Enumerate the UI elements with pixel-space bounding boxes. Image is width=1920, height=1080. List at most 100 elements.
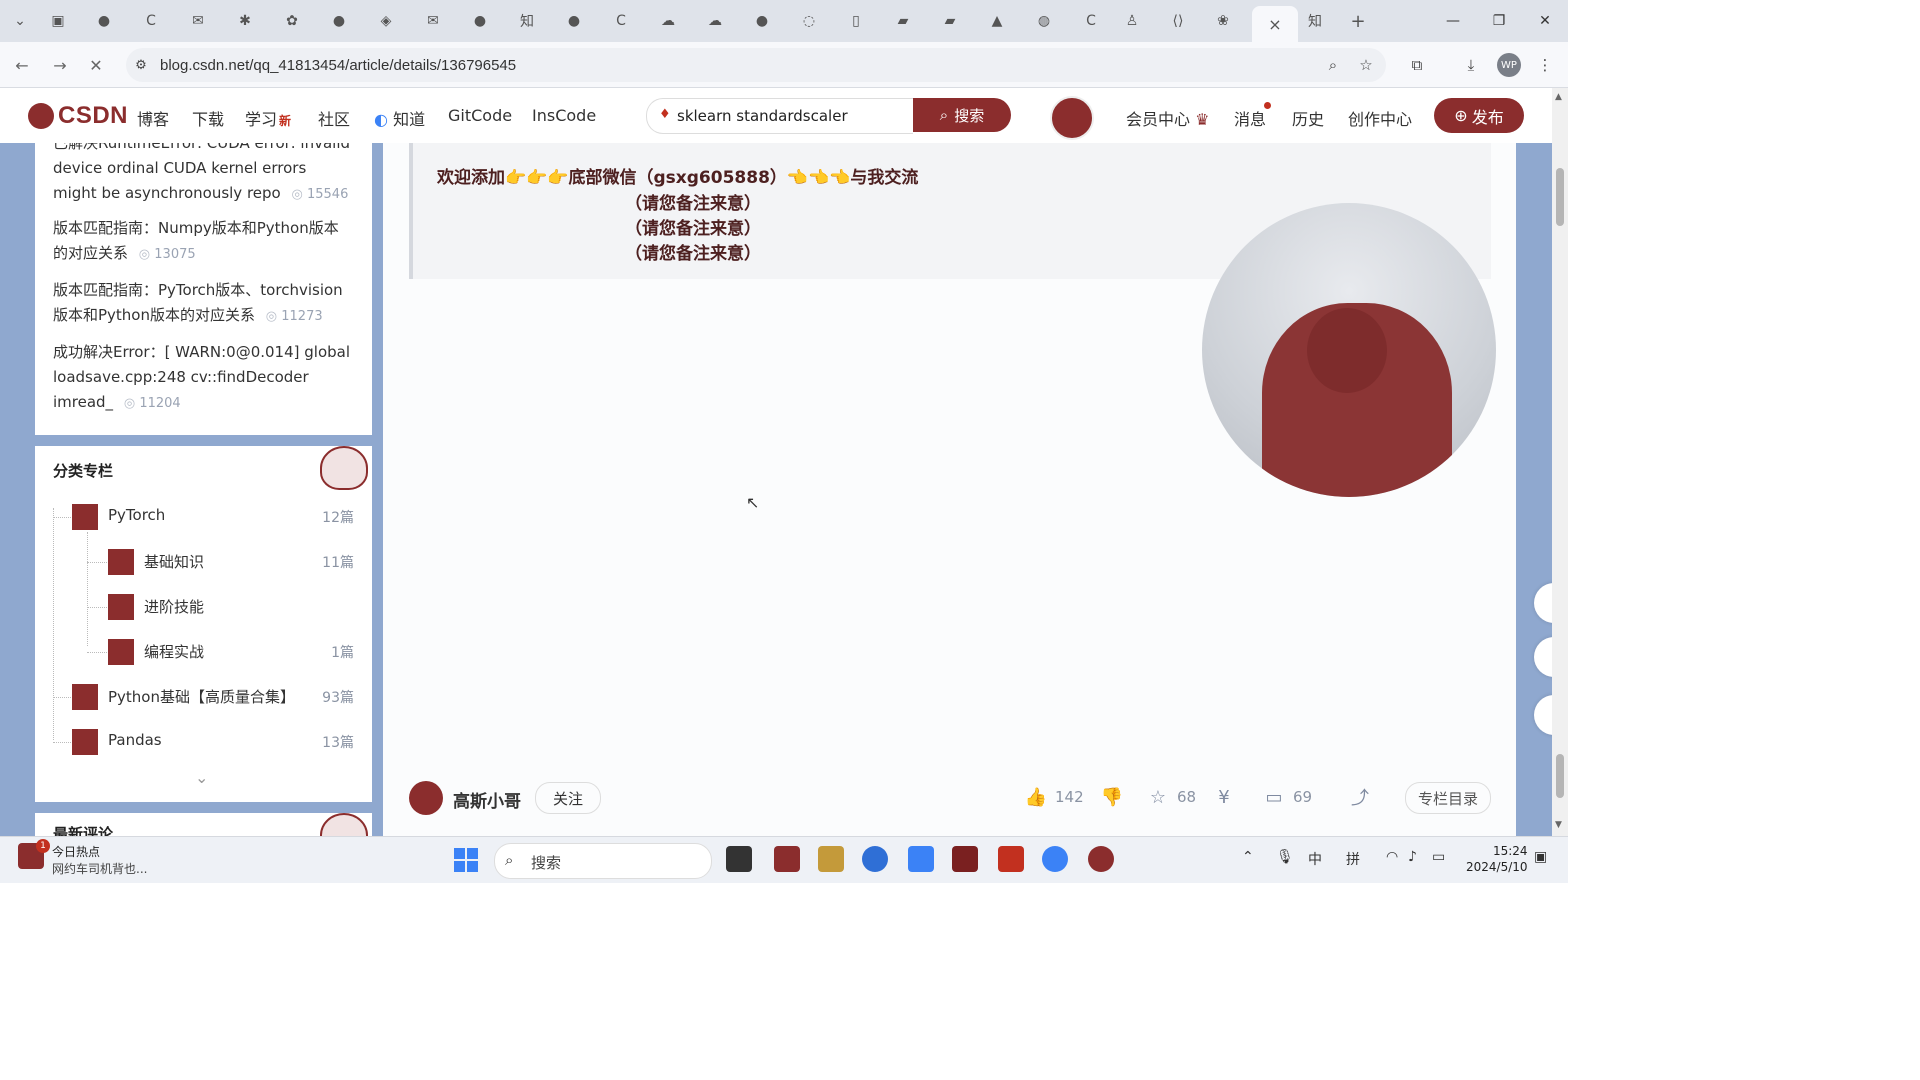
tab-github-icon[interactable]: ● — [90, 8, 118, 34]
hot-article-item[interactable]: 成功解决Error：[ WARN:0@0.014] global loadsav… — [53, 340, 353, 416]
tab-github-icon[interactable]: ● — [466, 8, 494, 34]
tab-calendar-icon[interactable]: ▣ — [44, 8, 72, 34]
tab-ai-icon[interactable]: ✱ — [231, 8, 259, 34]
microphone-icon[interactable]: 🎙 — [1276, 849, 1294, 865]
wps-icon[interactable] — [998, 846, 1024, 872]
nav-blog[interactable]: 博客 — [137, 106, 169, 130]
expand-chevron-icon[interactable]: ⌄ — [195, 768, 208, 787]
nav-history[interactable]: 历史 — [1292, 106, 1324, 130]
nav-download[interactable]: 下载 — [192, 106, 224, 130]
tab-globe-icon[interactable]: ◍ — [1030, 8, 1058, 34]
nav-learn[interactable]: 学习新 — [245, 106, 291, 130]
scroll-thumb[interactable] — [1556, 168, 1564, 226]
author-name[interactable]: 高斯小哥 — [453, 787, 521, 812]
tab-mail-icon[interactable]: ✉ — [184, 8, 212, 34]
minimize-icon[interactable]: — — [1430, 0, 1476, 42]
column-catalog-button[interactable]: 专栏目录 — [1405, 782, 1491, 814]
tab-csdn-icon[interactable]: C — [607, 8, 635, 34]
csdn-logo[interactable]: CSDN — [28, 102, 128, 130]
favorite-button[interactable]: ☆ 68 — [1147, 786, 1196, 808]
tab-book-icon[interactable]: ▰ — [889, 8, 917, 34]
category-item[interactable]: 基础知识 11篇 — [35, 546, 372, 576]
tab-cap-icon[interactable]: ▲ — [983, 8, 1011, 34]
chrome-icon[interactable] — [862, 846, 888, 872]
ime-pinyin[interactable]: 拼 — [1346, 849, 1360, 869]
tab-zhihu-icon[interactable]: 知 — [513, 8, 541, 34]
news-widget[interactable]: 1 今日热点 网约车司机背也... — [18, 839, 147, 877]
file-explorer-icon[interactable] — [818, 846, 844, 872]
publish-button[interactable]: ⊕ 发布 — [1434, 98, 1524, 133]
follow-button[interactable]: 关注 — [535, 782, 601, 814]
tray-chevron-icon[interactable]: ⌃ — [1242, 849, 1254, 865]
scroll-up-icon[interactable]: ▲ — [1555, 92, 1562, 102]
tab-cloud-icon[interactable]: ☁ — [654, 8, 682, 34]
nav-inscode[interactable]: InsCode — [532, 106, 596, 125]
nav-gitcode[interactable]: GitCode — [448, 106, 512, 125]
forward-icon[interactable]: → — [48, 53, 72, 77]
more-menu-icon[interactable]: ⋮ — [1534, 54, 1556, 76]
volume-icon[interactable]: ♪ — [1408, 849, 1417, 865]
new-tab-button[interactable]: + — [1344, 8, 1372, 34]
stop-loading-icon[interactable]: ✕ — [84, 53, 108, 77]
user-avatar[interactable] — [1050, 96, 1094, 140]
tab-mail-icon[interactable]: ✉ — [419, 8, 447, 34]
ime-mode[interactable]: 中 — [1308, 849, 1322, 869]
tab-book-icon[interactable]: ▰ — [936, 8, 964, 34]
wifi-icon[interactable]: ◠ — [1386, 849, 1398, 865]
search-button[interactable]: ⌕ 搜索 — [913, 98, 1011, 132]
active-tab[interactable]: × — [1252, 6, 1298, 42]
site-search-input[interactable]: ♦ sklearn standardscaler — [646, 98, 913, 134]
app-check-icon[interactable] — [1042, 846, 1068, 872]
category-item[interactable]: Python基础【高质量合集】 93篇 — [35, 681, 372, 711]
tab-github-icon[interactable]: ● — [560, 8, 588, 34]
url-text[interactable]: blog.csdn.net/qq_41813454/article/detail… — [160, 57, 516, 74]
tab-zhihu-icon[interactable]: 知 — [1301, 8, 1329, 34]
close-tab-icon[interactable]: × — [1268, 15, 1281, 34]
scroll-down-icon[interactable]: ▼ — [1555, 820, 1562, 830]
battery-icon[interactable]: ▭ — [1432, 849, 1445, 865]
like-button[interactable]: 👍 142 — [1025, 786, 1084, 808]
download-icon[interactable]: ⤓ — [1460, 54, 1482, 76]
tab-github-icon[interactable]: ● — [748, 8, 776, 34]
clock[interactable]: 15:24 2024/5/10 — [1466, 843, 1528, 875]
tab-list-chevron-icon[interactable]: ⌄ — [6, 8, 34, 34]
dislike-button[interactable]: 👎 — [1101, 786, 1123, 808]
terminal-icon[interactable] — [952, 846, 978, 872]
taskview-icon[interactable] — [726, 846, 752, 872]
comment-button[interactable]: ▭ 69 — [1263, 786, 1312, 808]
category-item[interactable]: 进阶技能 — [35, 591, 372, 621]
hot-article-item[interactable]: 版本匹配指南：Numpy版本和Python版本的对应关系 ◎ 13075 — [53, 216, 353, 267]
share-button[interactable]: ⤴ — [1349, 786, 1371, 809]
category-item[interactable]: 编程实战 1篇 — [35, 636, 372, 666]
nav-messages[interactable]: 消息 — [1234, 106, 1266, 130]
zoom-icon[interactable]: ⌕ — [1322, 54, 1344, 76]
nav-creator-center[interactable]: 创作中心 — [1348, 106, 1412, 130]
tab-csdn-icon[interactable]: C — [1077, 8, 1105, 34]
hot-article-item[interactable]: 已解决RuntimeError: CUDA error: invalid dev… — [53, 143, 353, 207]
restore-icon[interactable]: ❐ — [1476, 0, 1522, 42]
category-item[interactable]: Pandas 13篇 — [35, 726, 372, 756]
scroll-thumb-secondary[interactable] — [1556, 754, 1564, 798]
author-avatar[interactable] — [409, 781, 443, 815]
hot-article-item[interactable]: 版本匹配指南：PyTorch版本、torchvision版本和Python版本的… — [53, 278, 353, 329]
notification-icon[interactable]: ▣ — [1534, 849, 1547, 865]
close-window-icon[interactable]: ✕ — [1522, 0, 1568, 42]
tab-paw-icon[interactable]: ❀ — [1209, 8, 1237, 34]
back-icon[interactable]: ← — [10, 53, 34, 77]
bookmark-star-icon[interactable]: ☆ — [1355, 54, 1377, 76]
reward-button[interactable]: ¥ — [1213, 786, 1235, 808]
site-info-icon[interactable]: ⚙ — [130, 54, 152, 76]
page-scrollbar[interactable]: ▲ ▼ — [1552, 88, 1568, 836]
app-record-icon[interactable] — [1088, 846, 1114, 872]
nav-zhidao[interactable]: ◐ 知道 — [374, 106, 425, 130]
profile-avatar[interactable]: WP — [1497, 53, 1521, 77]
nav-community[interactable]: 社区 — [318, 106, 350, 130]
app-blue-icon[interactable] — [908, 846, 934, 872]
taskbar-search[interactable]: ⌕ 搜索 — [494, 843, 712, 879]
tab-github-icon[interactable]: ● — [325, 8, 353, 34]
tab-person-icon[interactable]: ♙ — [1118, 8, 1146, 34]
tab-cloud-icon[interactable]: ☁ — [701, 8, 729, 34]
start-windows-icon[interactable] — [454, 848, 478, 872]
tab-bracket-icon[interactable]: ⟨⟩ — [1164, 8, 1192, 34]
tab-bot-icon[interactable]: ✿ — [278, 8, 306, 34]
